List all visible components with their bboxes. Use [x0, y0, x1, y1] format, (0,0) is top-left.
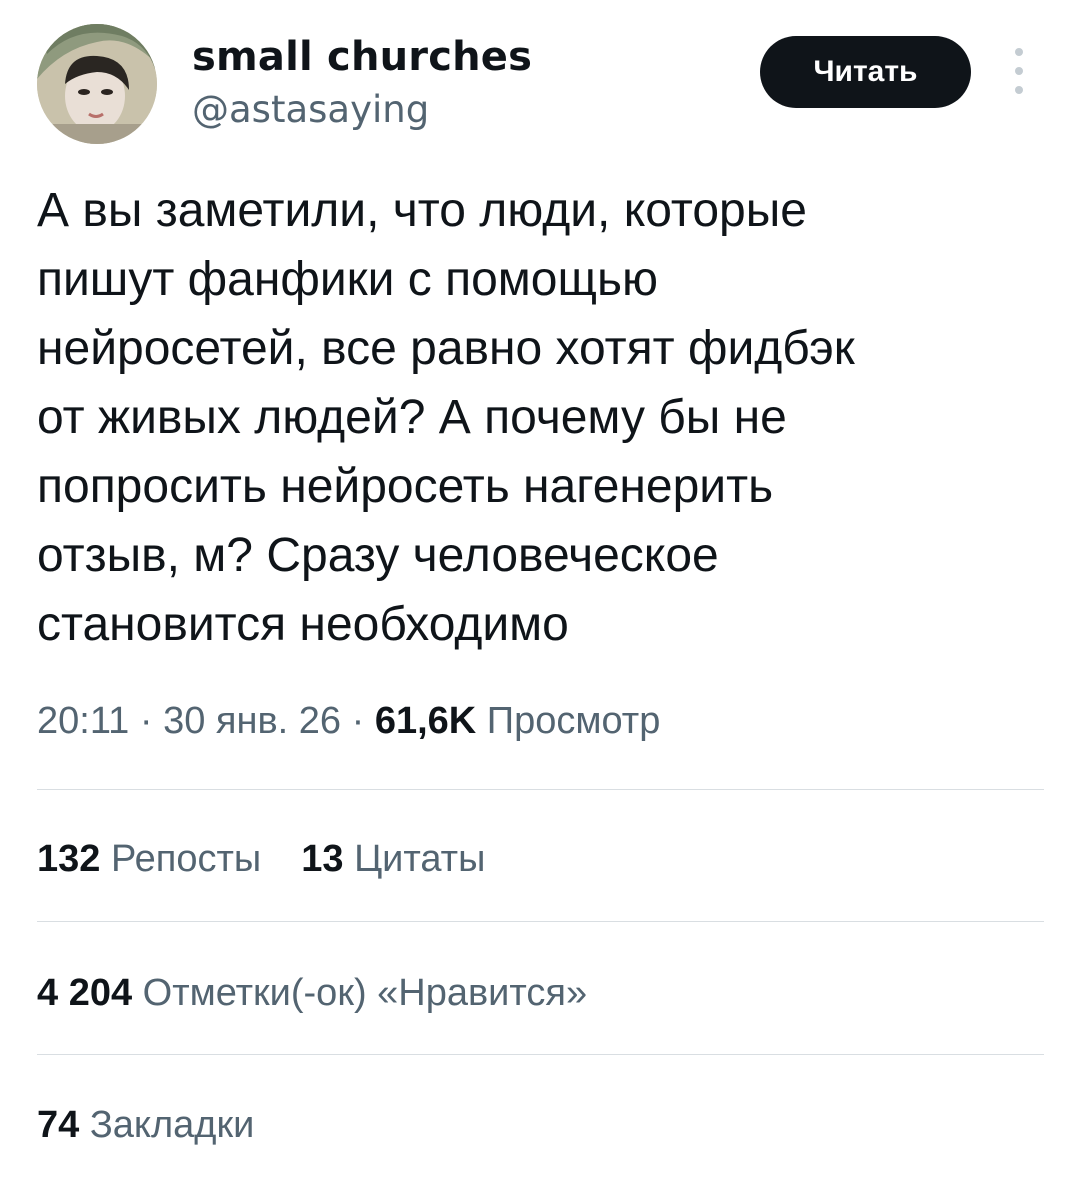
meta-separator: ·	[341, 700, 375, 742]
reposts-stat[interactable]: 132 Репосты	[37, 838, 261, 880]
tweet-line: отзыв, м? Сразу человеческое	[37, 529, 719, 582]
reposts-label: Репосты	[110, 838, 262, 880]
views-count: 61,6K	[374, 700, 477, 742]
bookmarks-count: 74	[37, 1104, 80, 1146]
reposts-quotes-row: 132 Репосты 13 Цитаты	[37, 838, 485, 881]
author-handle[interactable]: @astasaying	[192, 88, 429, 131]
divider	[37, 1054, 1044, 1055]
quotes-count: 13	[301, 838, 344, 880]
tweet-page: small churches @astasaying Читать А вы з…	[0, 0, 1080, 1185]
views-label: Просмотр	[486, 700, 661, 742]
author-name[interactable]: small churches	[192, 34, 532, 80]
tweet-meta: 20:11 · 30 янв. 26 · 61,6K Просмотр	[37, 700, 660, 743]
quotes-stat[interactable]: 13 Цитаты	[301, 838, 485, 880]
tweet-text: А вы заметили, что люди, которые пишут ф…	[37, 176, 1037, 659]
bookmarks-label: Закладки	[89, 1104, 255, 1146]
more-dot	[1015, 67, 1023, 75]
divider	[37, 921, 1044, 922]
more-dot	[1015, 48, 1023, 56]
tweet-line: А вы заметили, что люди, которые	[37, 184, 807, 237]
more-dot	[1015, 86, 1023, 94]
more-vertical-icon[interactable]	[1004, 48, 1034, 94]
avatar-image	[37, 24, 157, 144]
bookmarks-stat[interactable]: 74 Закладки	[37, 1104, 254, 1147]
tweet-line: от живых людей? А почему бы не	[37, 391, 787, 444]
divider	[37, 789, 1044, 790]
quotes-label: Цитаты	[354, 838, 486, 880]
tweet-line: попросить нейросеть нагенерить	[37, 460, 774, 513]
likes-count: 4 204	[37, 972, 133, 1014]
tweet-line: пишут фанфики с помощью	[37, 253, 658, 306]
tweet-time[interactable]: 20:11	[37, 700, 129, 742]
meta-separator: ·	[129, 700, 164, 742]
tweet-line: нейросетей, все равно хотят фидбэк	[37, 322, 855, 375]
avatar[interactable]	[37, 24, 157, 144]
tweet-line: становится необходимо	[37, 598, 569, 651]
tweet-date[interactable]: 30 янв. 26	[163, 700, 341, 742]
reposts-count: 132	[37, 838, 101, 880]
likes-stat[interactable]: 4 204 Отметки(-ок) «Нравится»	[37, 972, 587, 1015]
likes-label: Отметки(-ок) «Нравится»	[142, 972, 588, 1014]
follow-button[interactable]: Читать	[760, 36, 971, 108]
